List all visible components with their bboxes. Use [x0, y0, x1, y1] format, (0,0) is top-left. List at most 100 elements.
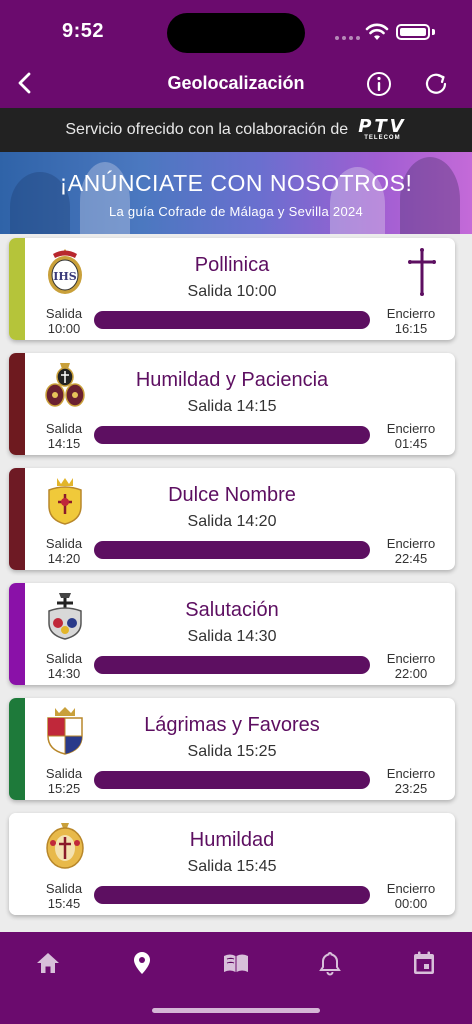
shield-icon: IHS [48, 249, 82, 294]
encierro-time: 22:45 [394, 551, 428, 566]
brotherhood-color-bar [9, 583, 25, 685]
banner-subtitle: La guía Cofrade de Málaga y Sevilla 2024 [108, 204, 364, 219]
encierro-caption: Encierro [386, 766, 436, 781]
home-icon[interactable] [34, 950, 62, 976]
salida-caption: Salida [45, 536, 83, 551]
procession-departure: Salida 15:25 [187, 743, 277, 760]
dynamic-island [167, 13, 305, 53]
progress-bar [94, 771, 370, 789]
info-icon[interactable] [365, 70, 393, 98]
book-icon[interactable] [222, 950, 250, 976]
encierro-caption: Encierro [386, 421, 436, 436]
return-label: Encierro 22:00 [381, 651, 441, 681]
return-label: Encierro 22:45 [381, 536, 441, 566]
salida-caption: Salida [45, 651, 83, 666]
procession-departure: Salida 10:00 [187, 283, 277, 300]
encierro-time: 22:00 [394, 666, 428, 681]
departure-label: Salida 15:25 [37, 766, 91, 796]
encierro-time: 00:00 [394, 896, 428, 911]
brotherhood-color-bar [9, 468, 25, 570]
procession-list[interactable]: IHS Pollinica Salida 10:00 Salida 10:00 E… [0, 234, 472, 932]
location-pin-icon[interactable] [128, 950, 156, 976]
salida-time: 14:15 [47, 436, 81, 451]
procession-card[interactable]: IHS Pollinica Salida 10:00 Salida 10:00 E… [9, 238, 455, 340]
refresh-icon[interactable] [422, 70, 450, 98]
salida-caption: Salida [45, 306, 83, 321]
procession-name: Salutación [185, 599, 279, 621]
shield-icon [45, 363, 85, 407]
shield-icon [48, 478, 82, 525]
salida-time: 15:45 [47, 896, 81, 911]
return-label: Encierro 00:00 [381, 881, 441, 911]
shield-icon [47, 707, 83, 755]
salida-time: 14:30 [47, 666, 81, 681]
procession-card[interactable]: Dulce Nombre Salida 14:20 Salida 14:20 En… [9, 468, 455, 570]
cross-icon [408, 248, 436, 296]
procession-departure: Salida 14:15 [187, 398, 277, 415]
cellular-signal-icon [335, 36, 360, 40]
top-header: 9:52 Geolocalización [0, 0, 472, 108]
logo-sub: TELECOM [364, 135, 401, 141]
departure-label: Salida 14:15 [37, 421, 91, 451]
svg-text:IHS: IHS [53, 270, 77, 283]
departure-label: Salida 15:45 [37, 881, 91, 911]
procession-card[interactable]: Humildad Salida 15:45 Salida 15:45 Encier… [9, 813, 455, 915]
departure-label: Salida 14:20 [37, 536, 91, 566]
brotherhood-color-bar [9, 698, 25, 800]
salida-caption: Salida [45, 421, 83, 436]
salida-time: 10:00 [47, 321, 81, 336]
salida-caption: Salida [45, 766, 83, 781]
procession-card[interactable]: Lágrimas y Favores Salida 15:25 Salida 15… [9, 698, 455, 800]
logo-main: PTV [358, 116, 407, 137]
status-time: 9:52 [62, 20, 105, 42]
procession-departure: Salida 14:20 [187, 513, 277, 530]
encierro-time: 16:15 [394, 321, 428, 336]
sponsor-strip[interactable]: Servicio ofrecido con la colaboración de… [0, 108, 472, 152]
battery-icon [396, 24, 430, 40]
shield-icon [48, 593, 82, 640]
advertising-banner[interactable]: ¡ANÚNCIATE CON NOSOTROS! La guía Cofrade… [0, 152, 472, 234]
status-bar: 9:52 [0, 0, 472, 62]
procession-departure: Salida 15:45 [187, 858, 277, 875]
encierro-caption: Encierro [386, 881, 436, 896]
encierro-caption: Encierro [386, 306, 436, 321]
progress-bar [94, 426, 370, 444]
procession-name: Lágrimas y Favores [144, 714, 320, 736]
brotherhood-color-bar [9, 813, 25, 915]
encierro-time: 23:25 [394, 781, 428, 796]
progress-bar [94, 541, 370, 559]
procession-name: Dulce Nombre [168, 484, 296, 506]
sponsor-text: Servicio ofrecido con la colaboración de [65, 121, 349, 138]
shield-icon [46, 823, 84, 869]
encierro-caption: Encierro [386, 536, 436, 551]
calendar-icon[interactable] [410, 950, 438, 976]
progress-bar [94, 311, 370, 329]
progress-bar [94, 886, 370, 904]
return-label: Encierro 23:25 [381, 766, 441, 796]
progress-bar [94, 656, 370, 674]
brotherhood-color-bar [9, 238, 25, 340]
return-label: Encierro 01:45 [381, 421, 441, 451]
encierro-caption: Encierro [386, 651, 436, 666]
brotherhood-color-bar [9, 353, 25, 455]
wifi-icon [365, 23, 389, 40]
bell-icon[interactable] [316, 950, 344, 976]
encierro-time: 01:45 [394, 436, 428, 451]
return-label: Encierro 16:15 [381, 306, 441, 336]
navigation-bar: Geolocalización [0, 62, 472, 108]
procession-departure: Salida 14:30 [187, 628, 277, 645]
procession-name: Pollinica [194, 254, 270, 276]
home-indicator[interactable] [152, 1008, 320, 1013]
salida-time: 15:25 [47, 781, 81, 796]
battery-tip [432, 29, 435, 35]
banner-title: ¡ANÚNCIATE CON NOSOTROS! [59, 170, 413, 196]
procession-card[interactable]: Humildad y Paciencia Salida 14:15 Salida… [9, 353, 455, 455]
departure-label: Salida 14:30 [37, 651, 91, 681]
salida-caption: Salida [45, 881, 83, 896]
procession-name: Humildad [189, 829, 275, 851]
page-title: Geolocalización [167, 73, 305, 93]
ptv-telecom-logo: PTV TELECOM [358, 118, 406, 142]
procession-name: Humildad y Paciencia [135, 369, 329, 391]
departure-label: Salida 10:00 [37, 306, 91, 336]
procession-card[interactable]: Salutación Salida 14:30 Salida 14:30 Enci… [9, 583, 455, 685]
